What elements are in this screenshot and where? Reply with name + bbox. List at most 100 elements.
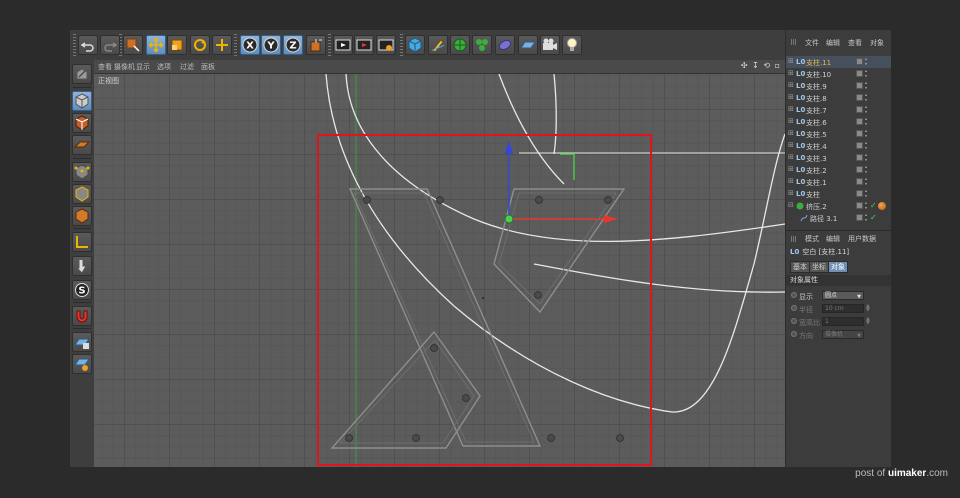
add-cube-button[interactable] [405, 35, 425, 55]
y-axis-lock-button[interactable]: Y [261, 35, 281, 55]
property-input[interactable]: 1 [822, 317, 864, 326]
property-input[interactable]: 10 cm [822, 304, 864, 313]
animate-radio-icon[interactable] [791, 292, 797, 298]
visibility-dots-icon[interactable] [865, 165, 867, 174]
object-row[interactable]: 路径 3.1 ✓ [786, 212, 891, 224]
visibility-dots-icon[interactable] [865, 129, 867, 138]
layer-tag-icon[interactable] [856, 202, 863, 209]
tweak-mode-button[interactable] [72, 256, 92, 276]
object-name[interactable]: 支柱.9 [806, 82, 827, 92]
layer-tag-icon[interactable] [856, 118, 863, 125]
texture-mode-button[interactable] [72, 113, 92, 133]
object-name[interactable]: 支柱.1 [806, 178, 827, 188]
layer-tag-icon[interactable] [856, 82, 863, 89]
visibility-dots-icon[interactable] [865, 141, 867, 150]
expand-toggle-icon[interactable]: ⊞ [788, 154, 794, 161]
axis-mode-button[interactable] [72, 232, 92, 252]
layer-tag-icon[interactable] [856, 214, 863, 221]
polygons-mode-button[interactable] [72, 206, 92, 226]
expand-toggle-icon[interactable] [788, 214, 794, 220]
camera-button[interactable] [540, 35, 560, 55]
undo-button[interactable] [78, 35, 98, 55]
layer-tag-icon[interactable] [856, 58, 863, 65]
render-view-button[interactable] [333, 35, 353, 55]
attr-menu-userdata[interactable]: 用户数据 [848, 234, 876, 244]
pen-spline-button[interactable] [428, 35, 448, 55]
attr-tab-coord[interactable]: 坐标 [809, 261, 829, 273]
z-axis-lock-button[interactable]: Z [283, 35, 303, 55]
object-name[interactable]: 支柱.5 [806, 130, 827, 140]
workplane-button[interactable] [72, 135, 92, 155]
object-name[interactable]: 支柱.7 [806, 106, 827, 116]
object-row[interactable]: ⊞ L0 支柱.10 [786, 68, 891, 80]
scale-tool-button[interactable] [167, 35, 187, 55]
attr-tab-object[interactable]: 对象 [828, 261, 848, 273]
visibility-dots-icon[interactable] [865, 69, 867, 78]
spinner-arrows-icon[interactable]: ▲ ▼ [866, 317, 870, 326]
viewport-menu-panel[interactable]: 面板 [201, 62, 215, 72]
property-select[interactable]: 圆点 ▼ [822, 291, 864, 300]
object-row[interactable]: ⊞ L0 支柱.9 [786, 80, 891, 92]
object-row[interactable]: ⊞ L0 支柱.6 [786, 116, 891, 128]
object-name[interactable]: 支柱.8 [806, 94, 827, 104]
viewport-menu-display[interactable]: 显示 [136, 62, 150, 72]
layer-tag-icon[interactable] [856, 178, 863, 185]
visibility-dots-icon[interactable] [865, 213, 867, 222]
layer-tag-icon[interactable] [856, 70, 863, 77]
expand-toggle-icon[interactable]: ⊞ [788, 58, 794, 65]
object-row[interactable]: ⊟ 挤压.2 ✓ [786, 200, 891, 212]
subdivision-surface-button[interactable] [450, 35, 470, 55]
object-row[interactable]: ⊞ L0 支柱.2 [786, 164, 891, 176]
visibility-dots-icon[interactable] [865, 117, 867, 126]
object-row[interactable]: ⊞ L0 支柱.3 [786, 152, 891, 164]
move-tool-button[interactable] [146, 35, 166, 55]
snap-button[interactable]: S [72, 280, 92, 300]
enabled-check-icon[interactable]: ✓ [870, 201, 877, 210]
magnet-button[interactable] [72, 306, 92, 326]
visibility-dots-icon[interactable] [865, 153, 867, 162]
expand-toggle-icon[interactable]: ⊞ [788, 190, 794, 197]
visibility-dots-icon[interactable] [865, 189, 867, 198]
viewport-menu-view[interactable]: 查看 [98, 62, 112, 72]
attr-grip-icon[interactable] [791, 236, 797, 242]
object-name[interactable]: 支柱.6 [806, 118, 827, 128]
light-button[interactable] [562, 35, 582, 55]
expand-toggle-icon[interactable]: ⊞ [788, 118, 794, 125]
object-name[interactable]: 支柱.11 [806, 58, 831, 68]
live-selection-button[interactable] [123, 35, 143, 55]
model-mode-button[interactable] [72, 91, 92, 111]
panel-grip-icon[interactable] [791, 39, 797, 45]
animate-radio-icon[interactable] [791, 331, 797, 337]
expand-toggle-icon[interactable]: ⊞ [788, 130, 794, 137]
viewport-menu-options[interactable]: 选项 [157, 62, 171, 72]
object-name[interactable]: 路径 3.1 [810, 214, 837, 224]
attr-menu-edit[interactable]: 编辑 [826, 234, 840, 244]
property-select[interactable]: 摄像机 ▼ [822, 330, 864, 339]
redo-button[interactable] [100, 35, 120, 55]
layer-tag-icon[interactable] [856, 130, 863, 137]
front-viewport[interactable]: 正视图 [94, 74, 785, 467]
om-menu-edit[interactable]: 编辑 [826, 38, 840, 48]
object-row[interactable]: ⊞ L0 支柱.11 [786, 56, 891, 68]
object-row[interactable]: ⊞ L0 支柱 [786, 188, 891, 200]
make-editable-button[interactable] [72, 64, 92, 84]
coordinate-system-button[interactable] [306, 35, 326, 55]
om-menu-view[interactable]: 查看 [848, 38, 862, 48]
points-mode-button[interactable] [72, 162, 92, 182]
edges-mode-button[interactable] [72, 184, 92, 204]
expand-toggle-icon[interactable]: ⊞ [788, 70, 794, 77]
floor-button[interactable] [518, 35, 538, 55]
planar-workplane-button[interactable] [72, 354, 92, 374]
layer-tag-icon[interactable] [856, 94, 863, 101]
attr-menu-mode[interactable]: 模式 [805, 234, 819, 244]
object-row[interactable]: ⊞ L0 支柱.5 [786, 128, 891, 140]
deformer-button[interactable] [495, 35, 515, 55]
enabled-check-icon[interactable]: ✓ [870, 213, 877, 222]
object-row[interactable]: ⊞ L0 支柱.7 [786, 104, 891, 116]
recent-tool-button[interactable] [212, 35, 232, 55]
render-settings-button[interactable] [376, 35, 396, 55]
viewport-menu-filter[interactable]: 过滤 [180, 62, 194, 72]
expand-toggle-icon[interactable]: ⊞ [788, 178, 794, 185]
object-row[interactable]: ⊞ L0 支柱.4 [786, 140, 891, 152]
viewport-menu-camera[interactable]: 摄像机 [114, 62, 135, 72]
